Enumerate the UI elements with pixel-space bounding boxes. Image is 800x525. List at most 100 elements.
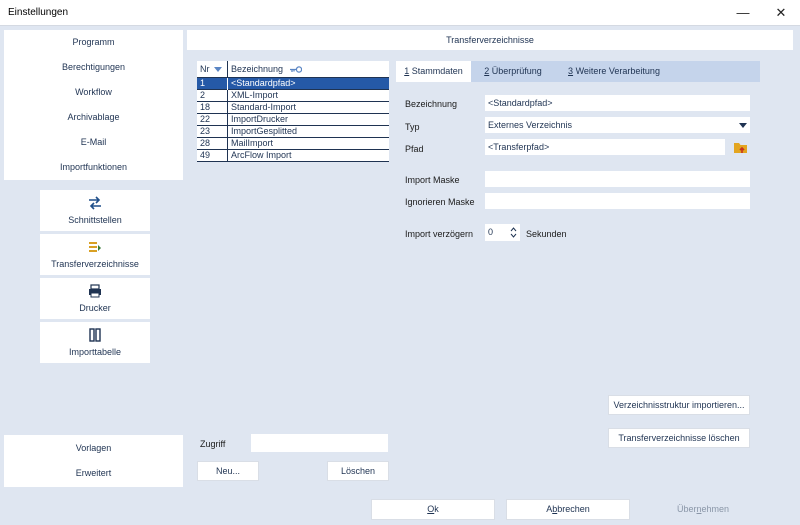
bezeichnung-field[interactable]: <Standardpfad>	[485, 95, 750, 111]
typ-select[interactable]: Externes Verzeichnis	[485, 117, 750, 133]
row-bezeichnung: XML-Import	[231, 90, 279, 100]
tab-label: Stammdaten	[409, 66, 463, 76]
list-item[interactable]: 23 ImportGesplitted	[197, 126, 389, 138]
table-icon	[89, 328, 101, 342]
settings-nav: Programm Berechtigungen Workflow Archiva…	[4, 30, 183, 180]
nav-item-vorlagen[interactable]: Vorlagen	[4, 436, 183, 461]
tool-label: Drucker	[79, 303, 111, 313]
nav-item-programm[interactable]: Programm	[4, 30, 183, 55]
list-item[interactable]: 1 <Standardpfad>	[197, 78, 389, 90]
row-bezeichnung: ImportGesplitted	[231, 126, 298, 136]
new-button[interactable]: Neu...	[197, 461, 259, 481]
column-separator	[227, 138, 228, 150]
row-bezeichnung: <Standardpfad>	[231, 78, 296, 88]
nav-item-workflow[interactable]: Workflow	[4, 80, 183, 105]
apply-button[interactable]: Übernehmen	[641, 499, 765, 520]
nav-item-berechtigungen[interactable]: Berechtigungen	[4, 55, 183, 80]
typ-label: Typ	[405, 122, 420, 132]
nav-item-archivablage[interactable]: Archivablage	[4, 105, 183, 130]
ignorieren-maske-input[interactable]	[485, 193, 750, 209]
row-nr: 23	[200, 126, 211, 136]
import-maske-input[interactable]	[485, 171, 750, 187]
swap-arrows-icon	[89, 196, 101, 210]
verzoegern-stepper[interactable]: 0	[485, 224, 520, 241]
column-separator	[227, 90, 228, 102]
row-bezeichnung: ArcFlow Import	[231, 150, 292, 160]
import-verzoegern-label: Import verzögern	[405, 229, 474, 239]
column-separator	[227, 126, 228, 138]
row-bezeichnung: MailImport	[231, 138, 274, 148]
ignorieren-maske-label: Ignorieren Maske	[405, 197, 475, 207]
cancel-button[interactable]: Abbrechen	[506, 499, 630, 520]
button-label: ehmen	[701, 504, 730, 514]
sekunden-label: Sekunden	[526, 229, 567, 239]
ok-button[interactable]: Ok	[371, 499, 495, 520]
tab-label: Überprüfung	[489, 66, 542, 76]
button-label: Über	[676, 504, 697, 514]
row-bezeichnung: Standard-Import	[231, 102, 297, 112]
row-nr: 18	[200, 102, 211, 112]
stepper-arrows-icon[interactable]	[510, 226, 517, 239]
column-separator	[227, 150, 228, 162]
list-item[interactable]: 28 MailImport	[197, 138, 389, 150]
import-structure-button[interactable]: Verzeichnisstruktur importieren...	[608, 395, 750, 415]
nav-item-importfunktionen[interactable]: Importfunktionen	[4, 155, 183, 180]
zugriff-input[interactable]	[251, 434, 388, 452]
row-nr: 1	[200, 78, 206, 88]
bezeichnung-label: Bezeichnung	[405, 99, 458, 109]
column-separator	[227, 61, 228, 78]
column-separator	[227, 102, 228, 114]
folder-list-icon	[89, 242, 101, 252]
column-separator	[227, 78, 228, 90]
column-header-bezeichnung[interactable]: Bezeichnung	[231, 64, 283, 74]
list-item[interactable]: 2 XML-Import	[197, 90, 389, 102]
button-label: brechen	[557, 504, 590, 514]
list-item[interactable]: 18 Standard-Import	[197, 102, 389, 114]
nav-item-erweitert[interactable]: Erweitert	[4, 461, 183, 486]
minimize-button[interactable]: —	[730, 4, 756, 22]
pfad-label: Pfad	[405, 144, 424, 154]
import-maske-label: Import Maske	[405, 175, 460, 185]
nav-item-email[interactable]: E-Mail	[4, 130, 183, 155]
typ-selected-value: Externes Verzeichnis	[488, 120, 573, 130]
list-header: Nr Bezeichnung	[197, 61, 389, 78]
row-nr: 49	[200, 150, 211, 160]
tab-weitere-verarbeitung[interactable]: 3 Weitere Verarbeitung	[558, 61, 670, 82]
tool-transferverzeichnisse[interactable]: Transferverzeichnisse	[40, 234, 150, 275]
list-item[interactable]: 49 ArcFlow Import	[197, 150, 389, 162]
detail-tabs: 1 Stammdaten 2 Überprüfung 3 Weitere Ver…	[396, 61, 760, 82]
tool-drucker[interactable]: Drucker	[40, 278, 150, 319]
pfad-field[interactable]: <Transferpfad>	[485, 139, 725, 155]
close-button[interactable]: ✕	[768, 4, 794, 22]
row-bezeichnung: ImportDrucker	[231, 114, 289, 124]
sort-down-icon	[214, 67, 222, 72]
tool-importtabelle[interactable]: Importtabelle	[40, 322, 150, 363]
row-nr: 2	[200, 90, 206, 100]
folder-open-icon[interactable]	[733, 141, 749, 155]
column-header-nr[interactable]: Nr	[200, 64, 210, 74]
tab-ueberpruefung[interactable]: 2 Überprüfung	[476, 61, 550, 82]
row-nr: 28	[200, 138, 211, 148]
window-title: Einstellungen	[8, 7, 69, 18]
panel-title: Transferverzeichnisse	[187, 30, 793, 50]
button-label: k	[434, 504, 439, 514]
title-bar: Einstellungen — ✕	[0, 0, 800, 26]
key-icon	[290, 66, 302, 73]
tool-schnittstellen[interactable]: Schnittstellen	[40, 190, 150, 231]
tool-label: Schnittstellen	[68, 215, 122, 225]
chevron-down-icon	[739, 123, 747, 128]
list-item[interactable]: 22 ImportDrucker	[197, 114, 389, 126]
delete-transfer-directories-button[interactable]: Transferverzeichnisse löschen	[608, 428, 750, 448]
settings-nav-bottom: Vorlagen Erweitert	[4, 435, 183, 487]
verzoegern-value: 0	[488, 227, 494, 237]
row-nr: 22	[200, 114, 211, 124]
tool-label: Importtabelle	[68, 347, 122, 357]
tab-stammdaten[interactable]: 1 Stammdaten	[396, 61, 471, 82]
transfer-directory-list: Nr Bezeichnung 1 <Standardpfad> 2 XML-Im…	[197, 61, 389, 167]
zugriff-label: Zugriff	[200, 439, 226, 449]
column-separator	[227, 114, 228, 126]
tool-label: Transferverzeichnisse	[51, 259, 139, 269]
tab-label: Weitere Verarbeitung	[573, 66, 660, 76]
printer-icon	[89, 284, 101, 298]
delete-button[interactable]: Löschen	[327, 461, 389, 481]
